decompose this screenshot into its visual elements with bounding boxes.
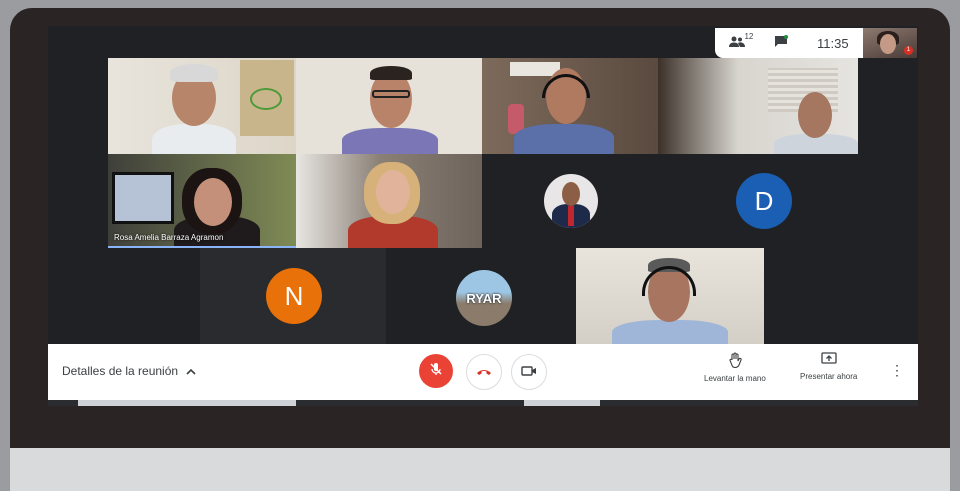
video-tile-participant-7[interactable] [482,154,658,248]
meet-topbar: 12 11:35 [715,28,863,58]
avatar-d: D [736,173,792,229]
raise-hand-label: Levantar la mano [704,374,766,383]
mic-off-icon [429,362,443,381]
hang-up-icon [476,363,492,381]
monitor-in-background [112,172,174,224]
video-tile-participant-logo[interactable]: RYAR [386,248,576,344]
self-view-badge: 1 [904,46,913,55]
video-tile-participant-6[interactable] [296,154,482,248]
present-now-label: Presentar ahora [800,372,858,381]
video-tile-rosa[interactable]: Rosa Amelia Barraza Agramon [108,154,296,248]
raise-hand-button[interactable]: Levantar la mano [704,352,766,383]
more-vertical-icon: ⋮ [890,362,904,378]
people-icon [729,36,746,51]
participant-photo-avatar [544,174,598,228]
self-view-thumbnail[interactable]: 1 [863,28,917,58]
participant-name-label: Rosa Amelia Barraza Agramon [114,233,224,242]
self-view-face [880,34,896,54]
glasses [372,90,410,98]
participants-count: 12 [744,31,754,41]
meet-screen: 12 11:35 1 Rosa Amelia Barraza Agramon D… [48,26,918,406]
avatar-n: N [266,268,322,324]
video-tile-participant-n[interactable]: N [200,248,386,344]
participants-button[interactable]: 12 [729,32,753,51]
video-tile-participant-2[interactable] [296,58,482,154]
headset [542,74,590,98]
video-tile-participant-4[interactable] [658,58,858,154]
video-tile-participant-d[interactable]: D [658,154,858,248]
participant-body [514,124,614,154]
participant-head [194,178,232,226]
participant-hair [370,66,412,80]
meeting-details-label: Detalles de la reunión [62,364,179,378]
hand-icon [728,352,742,370]
video-tile-participant-3[interactable] [482,58,658,154]
chat-button[interactable] [774,35,789,51]
avatar-tie [568,206,574,226]
participant-body [152,124,236,154]
participant-logo-avatar: RYAR [456,270,512,326]
chat-icon [774,35,789,51]
video-tile-participant-1[interactable] [108,58,296,154]
wall-poster-logo [250,88,282,110]
microphone-toggle-button[interactable] [419,354,453,388]
video-tile-participant-9[interactable] [576,248,764,344]
participant-body [612,320,728,344]
chevron-up-icon [186,364,196,378]
video-camera-icon [521,363,537,381]
strip-segment [524,400,600,406]
strip-segment [78,400,296,406]
logo-text: RYAR [466,290,502,306]
participant-hair [170,64,218,82]
bottom-strip [48,400,918,406]
participant-head [798,92,832,138]
present-screen-icon [821,352,837,368]
clock-time: 11:35 [816,35,849,51]
more-options-button[interactable]: ⋮ [890,362,904,379]
end-call-button[interactable] [466,354,502,390]
camera-toggle-button[interactable] [511,354,547,390]
meeting-control-bar: Detalles de la reunión Levantar la mano … [48,344,918,400]
participant-head [376,170,410,214]
monitor-stand [10,448,950,491]
participant-body [342,128,438,154]
avatar-face [562,182,580,206]
meeting-details-toggle[interactable]: Detalles de la reunión [62,364,196,378]
present-now-button[interactable]: Presentar ahora [800,352,857,381]
